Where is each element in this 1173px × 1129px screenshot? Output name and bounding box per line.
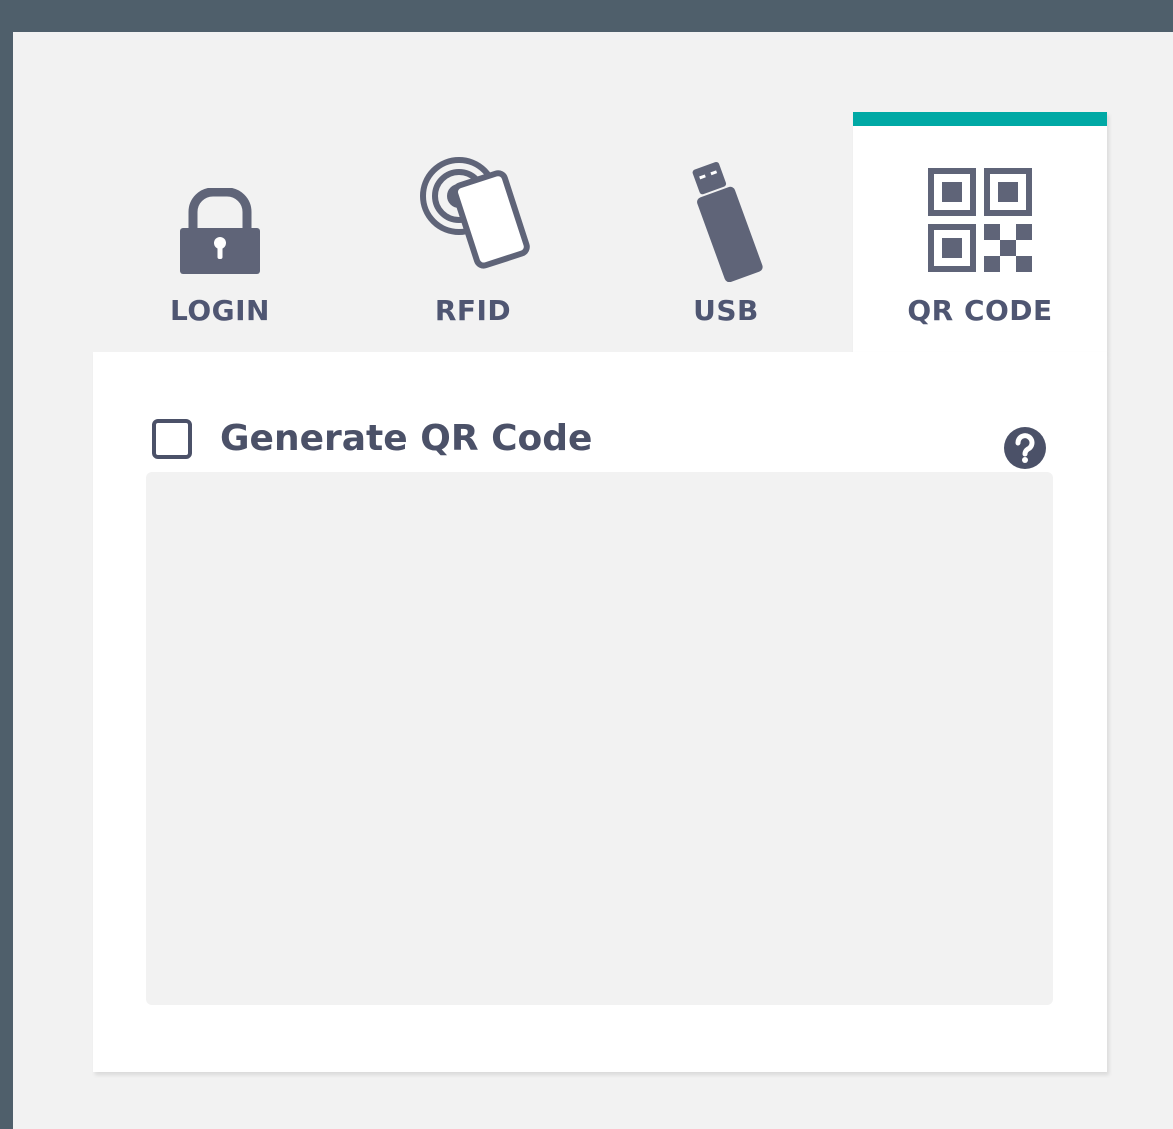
generate-qr-code-label[interactable]: Generate QR Code	[220, 418, 592, 459]
question-mark-icon[interactable]	[1004, 427, 1046, 469]
tab-login-label: LOGIN	[170, 294, 270, 327]
tab-rfid[interactable]: RFID	[346, 112, 600, 352]
generate-qr-code-checkbox[interactable]	[152, 419, 192, 459]
tab-usb[interactable]: USB	[599, 112, 853, 352]
tab-qr-code-label: QR CODE	[907, 294, 1053, 327]
qr-code-display-area	[146, 472, 1053, 1005]
tab-usb-label: USB	[693, 294, 759, 327]
tab-qr-code[interactable]: QR CODE	[853, 112, 1107, 352]
tab-login[interactable]: LOGIN	[93, 112, 347, 352]
lock-icon	[93, 188, 347, 278]
usb-drive-icon	[599, 160, 853, 282]
qr-code-panel: Generate QR Code	[93, 352, 1107, 1072]
qr-code-icon	[853, 168, 1107, 272]
active-tab-indicator	[853, 112, 1107, 126]
rfid-card-icon	[346, 156, 600, 272]
tab-rfid-label: RFID	[434, 294, 512, 327]
